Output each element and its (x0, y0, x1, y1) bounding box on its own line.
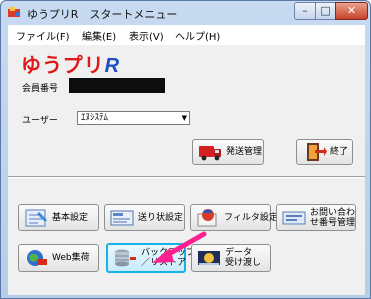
truck-icon (199, 146, 221, 161)
menu-help[interactable]: ヘルプ(H) (175, 28, 220, 43)
invoice-settings-button[interactable]: 送り状設定 (104, 204, 185, 231)
user-select[interactable]: ｴﾇｼｽﾃﾑ ▼ (77, 111, 190, 125)
invoice-icon (110, 210, 134, 225)
window-title: ゆうプリR スタートメニュー (27, 8, 178, 21)
data-transfer-label: データ 受け渡し (225, 248, 262, 268)
basic-settings-button[interactable]: 基本設定 (18, 204, 99, 231)
app-icon (8, 7, 20, 17)
filter-icon (197, 208, 217, 226)
close-button[interactable]: ✕ (335, 2, 368, 20)
section-divider (8, 176, 365, 178)
basic-settings-label: 基本設定 (52, 212, 89, 223)
dropdown-arrow-icon: ▼ (181, 114, 187, 122)
menu-view[interactable]: 表示(V) (129, 28, 164, 43)
user-select-value: ｴﾇｼｽﾃﾑ (81, 113, 109, 123)
exit-door-icon (307, 143, 327, 161)
member-number-redacted (69, 78, 165, 93)
app-logo: ゆうプリR (21, 55, 121, 77)
filter-settings-button[interactable]: フィルタ設定 (190, 204, 278, 231)
pointer-arrow-icon (152, 231, 207, 263)
inquiry-icon (282, 211, 306, 224)
start-menu-window: ゆうプリR スタートメニュー – □ ✕ ファイル(F) 編集(E) 表示(V)… (0, 0, 371, 299)
shipping-management-label: 発送管理 (226, 147, 263, 157)
exit-button[interactable]: 終了 (296, 139, 353, 165)
minimize-button[interactable]: – (294, 2, 316, 20)
filter-settings-label: フィルタ設定 (224, 212, 278, 223)
user-label: ユーザー (22, 116, 58, 126)
database-icon (115, 249, 136, 267)
web-globe-icon (27, 250, 47, 266)
web-pickup-label: Web集荷 (52, 253, 90, 263)
member-number-label: 会員番号 (22, 84, 59, 94)
menu-bar: ファイル(F) 編集(E) 表示(V) ヘルプ(H) (8, 25, 365, 45)
main-panel: ゆうプリR 会員番号 ユーザー ｴﾇｼｽﾃﾑ ▼ 発送管理 終了 基本設定 送り… (8, 45, 365, 295)
inquiry-number-label: お問い合わ せ番号管理 (310, 207, 356, 228)
web-pickup-button[interactable]: Web集荷 (18, 244, 99, 272)
exit-label: 終了 (330, 147, 349, 157)
shipping-management-button[interactable]: 発送管理 (192, 139, 264, 165)
settings-form-icon (25, 209, 47, 226)
inquiry-number-button[interactable]: お問い合わ せ番号管理 (276, 204, 356, 231)
invoice-settings-label: 送り状設定 (138, 212, 184, 223)
maximize-button[interactable]: □ (315, 2, 336, 20)
menu-edit[interactable]: 編集(E) (82, 28, 116, 43)
title-bar[interactable]: ゆうプリR スタートメニュー – □ ✕ (1, 1, 370, 25)
menu-file[interactable]: ファイル(F) (16, 28, 70, 43)
